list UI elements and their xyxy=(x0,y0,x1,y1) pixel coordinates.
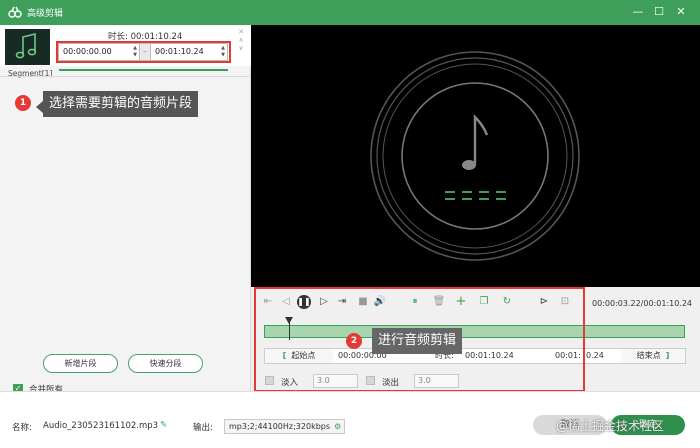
title-bar: 高级剪辑 — ☐ ✕ xyxy=(0,0,700,25)
output-format-value: mp3;2;44100Hz;320kbps xyxy=(229,422,331,431)
segment-card[interactable]: 时长: 00:01:10.24 00:00:00.00 ▲ ▼ – 00:01:1… xyxy=(0,25,251,66)
highlight-box-1 xyxy=(56,41,231,63)
audio-disc-icon xyxy=(370,51,580,261)
app-logo-icon xyxy=(8,6,22,18)
time-readout: 00:00:03.22/00:01:10.24 xyxy=(592,299,692,308)
output-format-field[interactable]: mp3;2;44100Hz;320kbps ⚙ xyxy=(224,419,345,434)
divider xyxy=(0,76,251,77)
set-end-button[interactable]: 结束点 ] xyxy=(621,349,685,363)
quick-split-button[interactable]: 快速分段 xyxy=(128,354,203,373)
minimize-button[interactable]: — xyxy=(630,4,646,20)
window-title: 高级剪辑 xyxy=(27,9,64,19)
music-note-icon xyxy=(15,32,37,59)
end-time-input-b[interactable]: 0.24 xyxy=(586,349,604,363)
maximize-button[interactable]: ☐ xyxy=(651,4,667,20)
output-label: 输出: xyxy=(193,423,213,433)
bottom-bar: 名称: Audio_230523161102.mp3 ✎ 输出: mp3;2;4… xyxy=(0,391,700,448)
step-badge-2: 2 xyxy=(346,333,362,349)
settings-gear-icon[interactable]: ⚙ xyxy=(334,422,341,431)
new-segment-button[interactable]: 新增片段 xyxy=(43,354,118,373)
watermark: @稀土掘金技术社区 xyxy=(556,419,665,433)
preview-area xyxy=(251,25,700,287)
segment-side-controls: ✕ ∧ ∨ xyxy=(236,28,246,52)
segment-delete-icon[interactable]: ✕ xyxy=(238,28,244,36)
edit-controls: ⇤ ◁ ❚❚ ▷ ⇥ ■ 🔊 ⏸ 🗑 + ❐ ↻ ⊳ ⊡ 00:00:03.22… xyxy=(251,287,700,392)
file-name: Audio_230523161102.mp3 xyxy=(43,421,159,431)
segment-down-icon[interactable]: ∨ xyxy=(238,44,243,52)
tip-arrow-1 xyxy=(36,101,43,113)
annotation-tip-2: 进行音频剪辑 xyxy=(372,328,463,354)
audio-thumbnail xyxy=(5,29,50,65)
edit-name-icon[interactable]: ✎ xyxy=(160,420,167,430)
step-badge-1: 1 xyxy=(15,95,31,111)
annotation-tip-1: 选择需要剪辑的音频片段 xyxy=(43,91,199,117)
segment-panel: 时长: 00:01:10.24 00:00:00.00 ▲ ▼ – 00:01:1… xyxy=(0,25,251,395)
close-button[interactable]: ✕ xyxy=(673,4,689,20)
name-label: 名称: xyxy=(12,423,32,433)
segment-up-icon[interactable]: ∧ xyxy=(238,36,243,44)
segment-progress-bar xyxy=(59,69,228,71)
end-btn-label: 结束点 xyxy=(636,351,661,360)
